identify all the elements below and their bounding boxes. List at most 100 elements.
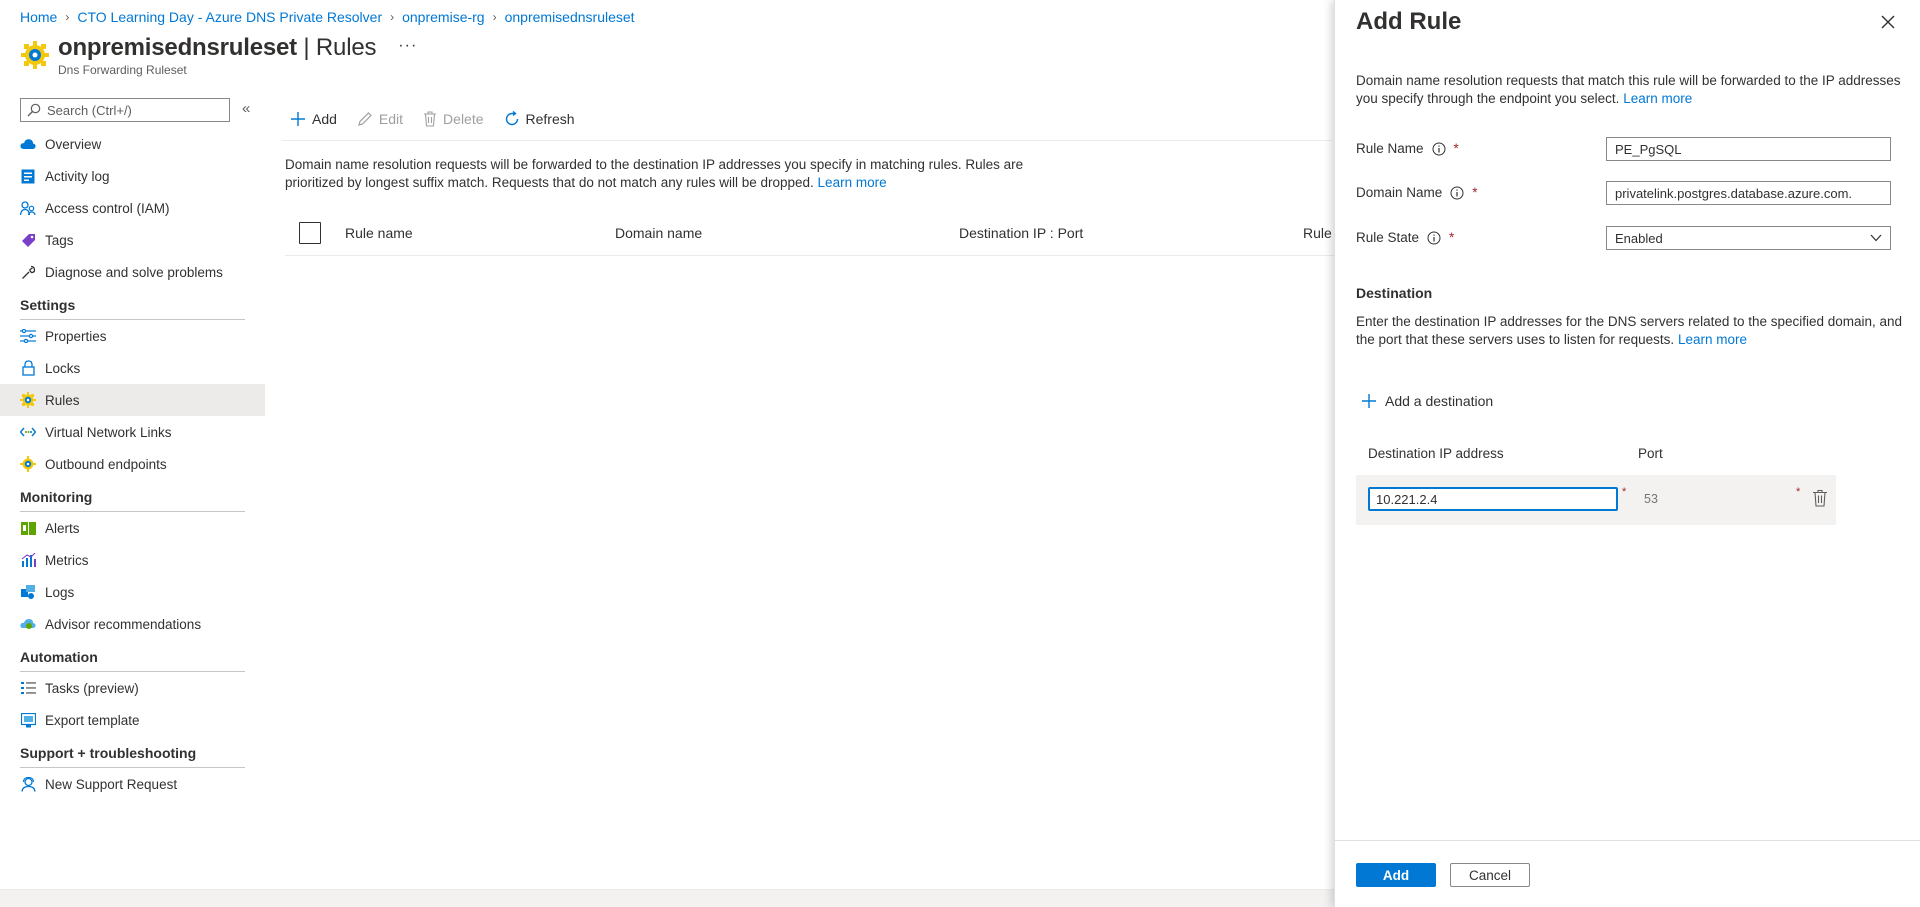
- breadcrumb: Home › CTO Learning Day - Azure DNS Priv…: [20, 8, 635, 26]
- destination-learn-more-link[interactable]: Learn more: [1678, 332, 1747, 347]
- sidebar-item-label: Tasks (preview): [45, 680, 139, 696]
- sidebar-group-monitoring: Monitoring: [0, 480, 265, 512]
- sidebar-item-logs[interactable]: Logs: [0, 576, 265, 608]
- edit-button[interactable]: Edit: [357, 111, 403, 127]
- sidebar-item-label: Logs: [45, 584, 75, 600]
- sidebar-group-automation: Automation: [0, 640, 265, 672]
- trash-icon[interactable]: [1812, 489, 1828, 507]
- sidebar-item-virtual-network-links[interactable]: Virtual Network Links: [0, 416, 265, 448]
- sidebar-item-export-template[interactable]: Export template: [0, 704, 265, 736]
- add-button[interactable]: Add: [290, 111, 337, 127]
- refresh-icon: [505, 111, 518, 126]
- tag-icon: [20, 232, 36, 248]
- sidebar-item-label: Metrics: [45, 552, 89, 568]
- cancel-button[interactable]: Cancel: [1450, 863, 1530, 887]
- learn-more-link[interactable]: Learn more: [818, 175, 887, 190]
- sidebar-item-label: Tags: [45, 232, 74, 248]
- rule-state-label: Rule State *: [1356, 230, 1455, 245]
- required-marker: *: [1449, 230, 1455, 245]
- required-marker: *: [1796, 486, 1801, 498]
- search-icon: [27, 103, 41, 117]
- info-icon[interactable]: [1450, 186, 1464, 200]
- info-icon[interactable]: [1427, 231, 1441, 245]
- required-marker: *: [1453, 141, 1459, 156]
- sidebar-item-label: Overview: [45, 136, 102, 152]
- page-header: onpremisednsruleset | Rules ··· Dns Forw…: [20, 34, 417, 77]
- sidebar-item-label: Advisor recommendations: [45, 616, 202, 632]
- sidebar-item-label: Access control (IAM): [45, 200, 170, 216]
- tasks-icon: [20, 680, 36, 696]
- export-template-icon: [20, 712, 36, 728]
- sidebar-item-label: Activity log: [45, 168, 110, 184]
- rule-name-label: Rule Name *: [1356, 141, 1459, 156]
- pencil-icon: [358, 112, 372, 126]
- page-subtitle: Dns Forwarding Ruleset: [58, 63, 187, 77]
- destination-description: Enter the destination IP addresses for t…: [1356, 314, 1903, 347]
- add-rule-submit-button[interactable]: Add: [1356, 863, 1436, 887]
- info-icon[interactable]: [1432, 142, 1446, 156]
- ruleset-gear-icon: [21, 41, 49, 69]
- rule-name-input[interactable]: [1606, 137, 1891, 161]
- add-destination-button[interactable]: Add a destination: [1361, 393, 1493, 409]
- toolbar-divider: [282, 140, 1332, 141]
- refresh-button[interactable]: Refresh: [504, 111, 575, 127]
- close-icon[interactable]: [1879, 13, 1897, 31]
- panel-learn-more-link[interactable]: Learn more: [1623, 91, 1692, 106]
- breadcrumb-cto-learning-day[interactable]: CTO Learning Day - Azure DNS Private Res…: [77, 9, 382, 25]
- network-link-icon: [20, 424, 36, 440]
- add-rule-panel: Add Rule Domain name resolution requests…: [1334, 0, 1920, 907]
- column-domain-name[interactable]: Domain name: [615, 225, 702, 241]
- collapse-sidebar-icon[interactable]: «: [242, 100, 250, 117]
- cloud-icon: [20, 136, 36, 152]
- sidebar-item-metrics[interactable]: Metrics: [0, 544, 265, 576]
- sidebar-item-label: Properties: [45, 328, 107, 344]
- destination-ip-input[interactable]: [1368, 487, 1618, 511]
- rule-state-selected: Enabled: [1615, 230, 1663, 246]
- sidebar-item-label: Rules: [45, 392, 80, 408]
- sidebar-item-new-support-request[interactable]: New Support Request: [0, 768, 265, 800]
- destination-port-input[interactable]: [1638, 487, 1778, 511]
- page-title: onpremisednsruleset | Rules: [58, 34, 377, 61]
- sidebar-search-input[interactable]: [47, 102, 217, 118]
- people-icon: [20, 200, 36, 216]
- activity-log-icon: [20, 168, 36, 184]
- required-marker: *: [1472, 185, 1478, 200]
- rules-description: Domain name resolution requests will be …: [285, 157, 1024, 190]
- more-options-icon[interactable]: ···: [398, 37, 417, 55]
- sidebar-item-overview[interactable]: Overview: [0, 128, 265, 160]
- breadcrumb-resource-group[interactable]: onpremise-rg: [402, 9, 484, 25]
- sidebar-item-diagnose[interactable]: Diagnose and solve problems: [0, 256, 265, 288]
- column-destination[interactable]: Destination IP : Port: [959, 225, 1083, 241]
- sidebar-item-tasks[interactable]: Tasks (preview): [0, 672, 265, 704]
- sidebar-item-label: New Support Request: [45, 776, 178, 792]
- sidebar-item-rules[interactable]: Rules: [0, 384, 265, 416]
- metrics-chart-icon: [20, 552, 36, 568]
- panel-title: Add Rule: [1356, 8, 1462, 35]
- logs-icon: [20, 584, 36, 600]
- breadcrumb-ruleset[interactable]: onpremisednsruleset: [505, 9, 635, 25]
- sidebar-item-tags[interactable]: Tags: [0, 224, 265, 256]
- chevron-right-icon: ›: [390, 10, 395, 24]
- chevron-right-icon: ›: [492, 10, 497, 24]
- sidebar-item-outbound-endpoints[interactable]: Outbound endpoints: [0, 448, 265, 480]
- sidebar-search[interactable]: [20, 98, 230, 122]
- trash-icon: [424, 111, 437, 127]
- sidebar-item-properties[interactable]: Properties: [0, 320, 265, 352]
- sidebar-item-locks[interactable]: Locks: [0, 352, 265, 384]
- breadcrumb-home[interactable]: Home: [20, 9, 57, 25]
- rule-state-dropdown[interactable]: Enabled: [1606, 226, 1891, 250]
- column-destination-ip: Destination IP address: [1368, 446, 1504, 461]
- domain-name-input[interactable]: [1606, 181, 1891, 205]
- panel-description: Domain name resolution requests that mat…: [1356, 73, 1901, 106]
- delete-button[interactable]: Delete: [423, 111, 484, 127]
- sidebar-group-settings: Settings: [0, 288, 265, 320]
- plus-icon: [1362, 394, 1376, 408]
- sidebar-group-support: Support + troubleshooting: [0, 736, 265, 768]
- sidebar-item-access-control[interactable]: Access control (IAM): [0, 192, 265, 224]
- select-all-checkbox[interactable]: [299, 222, 321, 244]
- properties-sliders-icon: [20, 328, 36, 344]
- sidebar-item-alerts[interactable]: Alerts: [0, 512, 265, 544]
- sidebar-item-advisor[interactable]: Advisor recommendations: [0, 608, 265, 640]
- column-rule-name[interactable]: Rule name: [345, 225, 413, 241]
- sidebar-item-activity-log[interactable]: Activity log: [0, 160, 265, 192]
